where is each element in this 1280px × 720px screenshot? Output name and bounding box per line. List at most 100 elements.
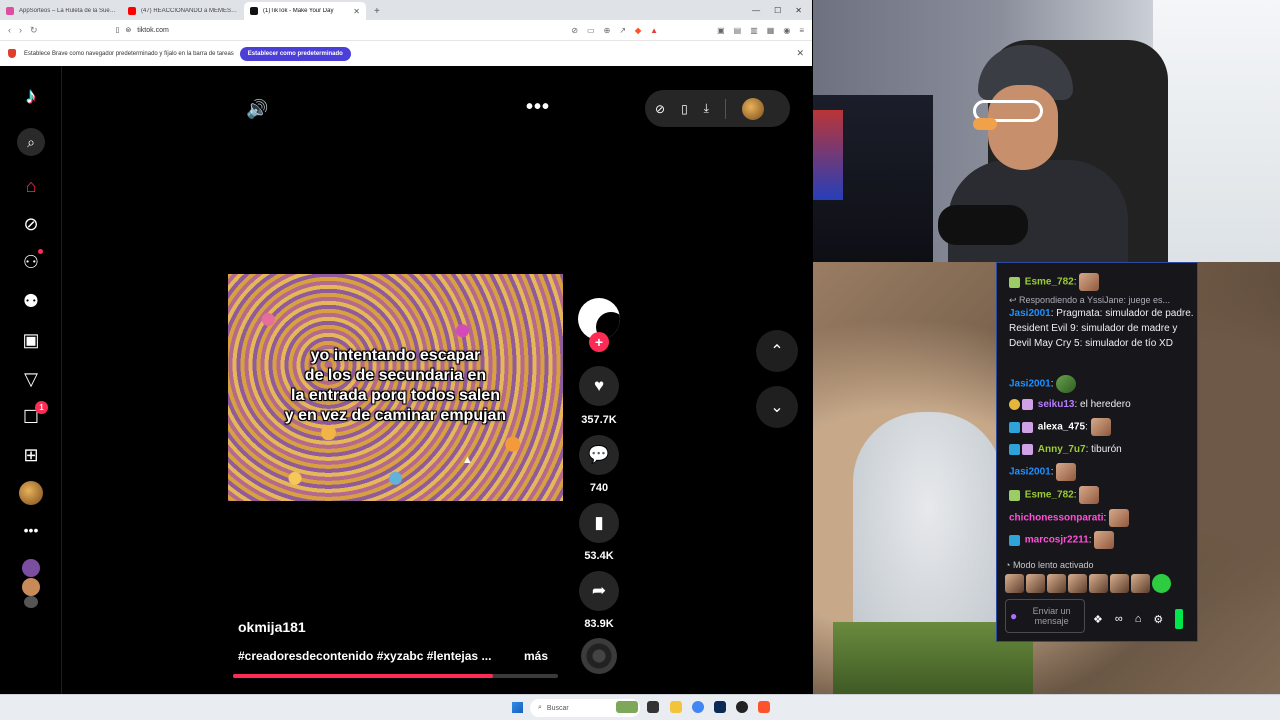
maximize-icon[interactable]: ☐ (774, 6, 781, 15)
extensions-icon[interactable]: ▥ (750, 26, 758, 35)
wallet-icon[interactable]: ▦ (767, 26, 775, 35)
chat-username[interactable]: Jasi2001 (1009, 379, 1051, 390)
sidebar-toggle-icon[interactable]: ▣ (717, 26, 725, 35)
url-field[interactable]: ▯ ⊜ tiktok.com (116, 26, 169, 35)
minimize-icon[interactable]: — (752, 6, 760, 15)
chat-username[interactable]: seiku13 (1038, 399, 1075, 410)
site-info-icon[interactable]: ⊜ (125, 26, 131, 34)
author-name[interactable]: okmija181 (238, 619, 306, 635)
reading-list-icon[interactable]: ▤ (734, 26, 742, 35)
chat-username[interactable]: Jasi2001 (1009, 308, 1051, 319)
emote-option[interactable] (1047, 574, 1066, 593)
following-icon[interactable]: ⚇ (19, 249, 43, 274)
user-avatar[interactable] (741, 97, 764, 120)
infinity-icon[interactable]: ∞ (1115, 613, 1123, 625)
more-caption-link[interactable]: más (524, 649, 548, 663)
tab-youtube[interactable]: (47) REACCIONANDO a MEMES RAN (122, 2, 244, 20)
back-icon[interactable]: ‹ (8, 25, 11, 35)
file-explorer-icon[interactable] (670, 701, 682, 713)
chat-input[interactable]: ● Enviar un mensaje (1005, 599, 1085, 633)
emote-option[interactable] (1026, 574, 1045, 593)
close-tab-icon[interactable]: ✕ (353, 7, 360, 16)
reply-icon: ↩ (1009, 295, 1020, 305)
chrome-icon[interactable] (692, 701, 704, 713)
tiktok-logo-icon[interactable]: ♪ (19, 83, 43, 108)
video-caption[interactable]: #creadoresdecontenido #xyzabc #lentejas … (238, 649, 508, 663)
task-view-icon[interactable] (647, 701, 659, 713)
search-icon[interactable]: ⌕ (17, 128, 45, 156)
chat-username[interactable]: chichonessonparati (1009, 513, 1103, 524)
tab-tiktok[interactable]: (1)TikTok - Make Your Day ✕ (244, 2, 366, 20)
settings-icon[interactable]: ⚙ (1153, 613, 1163, 626)
home-icon[interactable]: ⌂ (19, 174, 43, 198)
windows-start-icon[interactable] (512, 702, 523, 713)
chat-message: Jasi2001: (1009, 375, 1194, 393)
forward-icon[interactable]: › (19, 25, 22, 35)
video-player[interactable]: yo intentando escapar de los de secundar… (228, 274, 563, 501)
autoscroll-icon[interactable]: ⊘ (655, 102, 665, 116)
share-icon[interactable]: ↗ (619, 26, 626, 35)
profile-avatar[interactable] (19, 481, 43, 505)
previous-video-button[interactable]: ⌃ (756, 330, 798, 372)
reload-icon[interactable]: ↻ (30, 25, 38, 36)
chat-username[interactable]: alexa_475 (1038, 422, 1085, 433)
following-avatar[interactable] (22, 578, 40, 596)
emote-option[interactable] (1110, 574, 1129, 593)
zoom-icon[interactable]: ⊕ (604, 26, 611, 35)
chat-emote (1056, 375, 1077, 393)
brave-icon[interactable] (758, 701, 770, 713)
emote-option[interactable] (1068, 574, 1087, 593)
emote-option[interactable] (1131, 574, 1150, 593)
close-infobar-icon[interactable]: ✕ (796, 48, 804, 59)
friends-icon[interactable]: ⚉ (19, 289, 43, 313)
window-controls: — ☐ ✕ (742, 6, 812, 20)
menu-icon[interactable]: ≡ (799, 26, 804, 35)
following-avatar[interactable] (22, 559, 40, 577)
chat-text: tiburón (1091, 444, 1122, 455)
inbox-icon[interactable]: ☐ 1 (19, 401, 48, 429)
chat-username[interactable]: marcosjr2211 (1025, 535, 1089, 546)
music-disc-icon[interactable] (581, 638, 617, 674)
messages-icon[interactable]: ▽ (19, 367, 43, 391)
new-tab-button[interactable]: + (366, 6, 388, 20)
video-progress-bar[interactable] (233, 674, 558, 678)
vpn-icon[interactable]: ◉ (783, 26, 790, 35)
follow-button[interactable]: + (589, 332, 609, 352)
chat-username[interactable]: Esme_782 (1025, 277, 1074, 288)
voice-icon[interactable]: ● (1010, 609, 1017, 623)
like-button[interactable]: ♥ (579, 366, 619, 406)
comment-button[interactable]: 💬 (579, 435, 619, 475)
cast-icon[interactable]: ▭ (587, 26, 595, 35)
obs-icon[interactable] (736, 701, 748, 713)
download-icon[interactable]: ⤓ (704, 101, 709, 116)
store-icon[interactable]: ⌂ (1135, 613, 1142, 625)
photoshop-icon[interactable] (714, 701, 726, 713)
upload-icon[interactable]: ⊞ (19, 443, 43, 467)
following-avatar[interactable] (24, 596, 38, 608)
set-default-button[interactable]: Establecer como predeterminado (239, 46, 351, 61)
emote-option[interactable] (1005, 574, 1024, 593)
chat-username[interactable]: Anny_7u7 (1038, 444, 1086, 455)
bookmark-icon[interactable]: ▯ (116, 26, 120, 34)
emote-option[interactable] (1089, 574, 1108, 593)
tab-appsorteos[interactable]: AppSorteos – La Ruleta de la Suerte (0, 2, 122, 20)
widget-icon[interactable] (616, 701, 638, 713)
chat-username[interactable]: Esme_782 (1025, 490, 1074, 501)
more-options-icon[interactable]: ••• (526, 96, 550, 119)
live-icon[interactable]: ▣ (19, 328, 43, 352)
send-button[interactable] (1175, 609, 1184, 629)
volume-icon[interactable]: 🔊 (246, 99, 268, 120)
bits-icon[interactable]: ❖ (1093, 613, 1103, 626)
translate-icon[interactable]: ⊘ (571, 26, 578, 35)
share-button[interactable]: ➦ (579, 571, 619, 611)
explore-icon[interactable]: ⊘ (19, 212, 43, 236)
mobile-icon[interactable]: ▯ (681, 102, 688, 116)
close-window-icon[interactable]: ✕ (795, 6, 802, 15)
more-icon[interactable]: ••• (19, 518, 43, 542)
chat-username[interactable]: Jasi2001 (1009, 467, 1051, 478)
brave-shields-icon[interactable]: ◆ (635, 26, 641, 35)
next-video-button[interactable]: ⌄ (756, 386, 798, 428)
emote-option[interactable] (1152, 574, 1171, 593)
bookmark-button[interactable]: ▮ (579, 503, 619, 543)
rewards-icon[interactable]: ▲ (650, 26, 658, 35)
